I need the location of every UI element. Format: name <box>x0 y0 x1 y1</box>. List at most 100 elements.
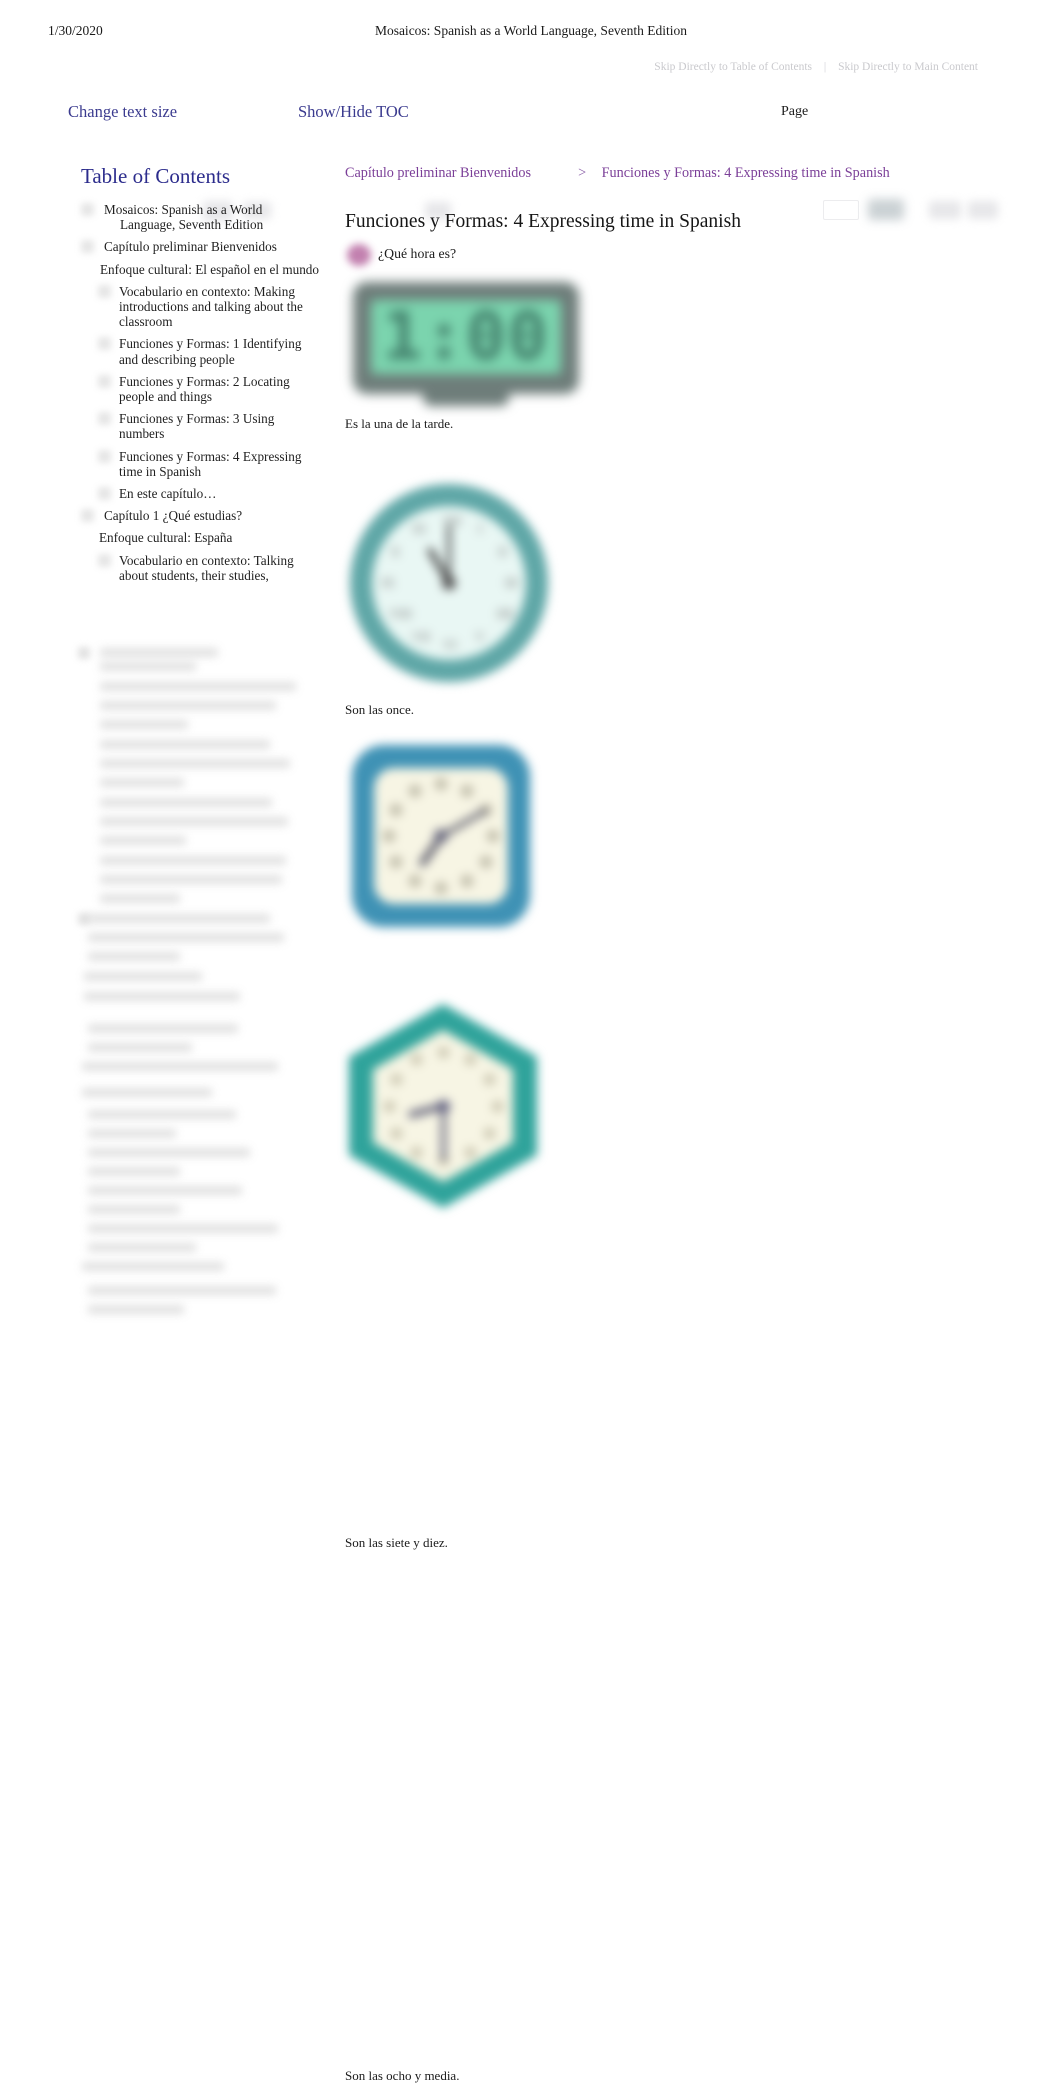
skip-to-toc-link[interactable]: Skip Directly to Table of Contents <box>654 61 812 73</box>
figure-caption: Es la una de la tarde. <box>345 416 454 431</box>
section-icon <box>98 337 111 351</box>
toc-blurred-icon <box>78 913 90 925</box>
next-page-button[interactable] <box>968 201 998 219</box>
book-icon <box>81 203 94 216</box>
hexagon-clock-image <box>345 1000 541 1212</box>
skip-links-separator: | <box>823 61 827 73</box>
toc-item-label: Funciones y Formas: 4 Expressing time in… <box>119 448 302 479</box>
clock-hour-mark <box>487 830 499 842</box>
toc-item-vocabulario-contexto-students[interactable]: Vocabulario en contexto: Talking about s… <box>0 553 320 583</box>
clock-hour-mark <box>409 784 421 797</box>
clock-hour-mark <box>464 1147 476 1159</box>
page-number-input[interactable] <box>823 200 859 220</box>
toc-item-capitulo-1[interactable]: Capítulo 1 ¿Qué estudias? <box>0 508 320 523</box>
toc-item-vocabulario-contexto-introductions[interactable]: Vocabulario en contexto: Making introduc… <box>0 284 320 330</box>
toc-item-label: Capítulo 1 ¿Qué estudias? <box>104 508 243 524</box>
toc-blurred-line <box>88 933 284 942</box>
clock-hour-mark <box>480 856 493 868</box>
toc-blurred-line <box>100 662 196 671</box>
audio-bullet-icon[interactable] <box>347 244 371 266</box>
change-text-size-label: Change text size <box>68 102 178 121</box>
chapter-icon <box>81 509 94 523</box>
clock-hour-mark <box>390 1127 402 1139</box>
toc-item-label: Capítulo preliminar Bienvenidos <box>104 239 277 255</box>
section-icon <box>98 374 111 388</box>
book-title: Mosaicos: Spanish as a World Language, S… <box>374 23 688 38</box>
clock-hour-mark <box>491 1100 503 1112</box>
toc-blurred-line <box>88 1129 176 1138</box>
clock-hour-mark: IX <box>381 575 395 590</box>
toc-blurred-line <box>100 836 186 845</box>
toc-item-label: Vocabulario en contexto: Making introduc… <box>119 283 303 330</box>
clock-hour-mark <box>410 1147 422 1159</box>
toc-item-funciones-formas-1[interactable]: Funciones y Formas: 1 Identifying and de… <box>0 336 320 367</box>
toc-blurred-line <box>100 701 276 710</box>
breadcrumb-parent-link[interactable]: Capítulo preliminar Bienvenidos <box>345 165 531 181</box>
toc-blurred-line <box>88 1167 180 1176</box>
breadcrumb-current-link[interactable]: Funciones y Formas: 4 Expressing time in… <box>602 165 890 181</box>
clock-face <box>374 768 508 904</box>
toc-item-funciones-formas-4[interactable]: Funciones y Formas: 4 Expressing time in… <box>0 449 320 479</box>
clock-hour-mark: IIII <box>496 606 515 621</box>
toc-blurred-line <box>88 1243 196 1252</box>
square-clock-image <box>346 740 538 936</box>
toc-title: Table of Contents <box>81 164 230 188</box>
toc-blurred-line <box>82 1062 278 1071</box>
toc-item-funciones-formas-3[interactable]: Funciones y Formas: 3 Using numbers <box>0 411 320 441</box>
toc-item-funciones-formas-2[interactable]: Funciones y Formas: 2 Locating people an… <box>0 374 320 404</box>
toc-item-enfoque-cultural-espanol[interactable]: Enfoque cultural: El español en el mundo <box>0 262 320 277</box>
previous-page-button[interactable] <box>929 201 961 219</box>
toc-blurred-line <box>84 972 202 981</box>
section-icon <box>98 412 111 426</box>
clock-hub <box>442 576 456 590</box>
breadcrumb: Capítulo preliminar Bienvenidos > Funcio… <box>345 165 890 182</box>
clock-hub <box>434 829 448 843</box>
toc-item-label: En este capítulo… <box>119 486 217 502</box>
breadcrumb-separator: > <box>578 165 587 181</box>
clock-hour-mark <box>383 1100 395 1112</box>
toc-blurred-line <box>100 648 218 657</box>
go-to-page-button[interactable] <box>868 199 904 220</box>
toc-blurred-line <box>82 1262 224 1271</box>
toc-blurred-line <box>100 778 184 787</box>
toolbar: Change text size Show/Hide TOC Page <box>0 98 1062 221</box>
clock-hand <box>447 525 451 583</box>
section-icon <box>98 553 111 567</box>
clock-hour-mark: X <box>390 544 400 559</box>
toc-list: Mosaicos: Spanish as a World Language, S… <box>0 202 320 590</box>
toc-blurred-line <box>100 740 270 749</box>
toc-blurred-line <box>100 759 290 768</box>
clock-hour-mark <box>383 830 395 842</box>
toc-blurred-line <box>100 720 188 729</box>
toc-blurred-line <box>88 1110 236 1119</box>
chapter-icon <box>81 240 94 254</box>
toc-blurred-line <box>88 1024 238 1033</box>
toc-item-capitulo-preliminar[interactable]: Capítulo preliminar Bienvenidos <box>0 239 320 254</box>
clock-hour-mark <box>464 1053 476 1065</box>
toc-blurred-line <box>84 992 240 1001</box>
toc-blurred-line <box>88 914 270 923</box>
clock-hour-mark: VII <box>412 628 431 644</box>
skip-to-main-link[interactable]: Skip Directly to Main Content <box>838 61 978 73</box>
clock-hand <box>440 1106 446 1160</box>
subheading-label: ¿Qué hora es? <box>378 246 457 261</box>
clock-hour-mark: VI <box>443 637 457 652</box>
toc-item-book[interactable]: Mosaicos: Spanish as a World Language, S… <box>0 202 320 232</box>
clock-hour-mark: III <box>505 575 518 590</box>
section-icon <box>98 449 111 463</box>
clock-face: XII I II III IIII V VI VII VIII IX X XI <box>372 506 526 660</box>
clock-hour-mark <box>437 1046 449 1058</box>
round-clock-image: XII I II III IIII V VI VII VIII IX X XI <box>345 480 553 686</box>
toc-item-label: Enfoque cultural: España <box>99 530 233 546</box>
toc-item-label: Vocabulario en contexto: Talking about s… <box>119 552 294 583</box>
toc-item-en-este-capitulo[interactable]: En este capítulo… <box>0 486 320 501</box>
toc-blurred-line <box>100 798 272 807</box>
clock-hour-mark <box>461 784 473 797</box>
clock-hour-mark: II <box>498 544 508 559</box>
clock-hour-mark <box>389 856 402 868</box>
clock-hour-mark <box>410 1053 422 1065</box>
page-title: Funciones y Formas: 4 Expressing time in… <box>345 211 741 232</box>
toc-item-label: Mosaicos: Spanish as a World Language, S… <box>104 202 264 233</box>
clock-hour-mark <box>461 875 473 888</box>
toc-item-enfoque-cultural-espana[interactable]: Enfoque cultural: España <box>0 530 320 545</box>
